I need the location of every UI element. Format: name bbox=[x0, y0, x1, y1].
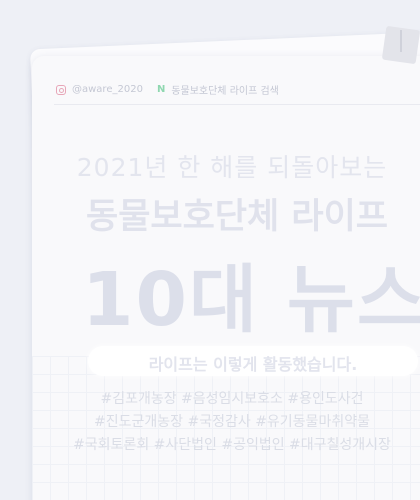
naver-search-text: 동물보호단체 라이프 검색 bbox=[171, 86, 279, 97]
source-header: @aware_2020 N 동물보호단체 라이프 검색 bbox=[56, 82, 279, 97]
poster-title-line1: 동물보호단체 라이프 bbox=[86, 197, 388, 237]
poster-title-line2: 10대 뉴스 bbox=[82, 257, 420, 343]
instagram-icon bbox=[56, 84, 66, 95]
header-divider bbox=[54, 104, 420, 105]
hashtag-list: #김포개농장 #음성임시보호소 #용인도사건 #진도군개농장 #국정감사 #유기… bbox=[32, 388, 420, 457]
hashtag-line: #김포개농장 #음성임시보호소 #용인도사건 bbox=[100, 391, 364, 407]
highlight-pill: 라이프는 이렇게 활동했습니다. bbox=[88, 346, 418, 376]
highlight-text: 라이프는 이렇게 활동했습니다. bbox=[148, 355, 358, 374]
paper-clip-wire bbox=[400, 30, 402, 52]
poster-subtitle: 2021년 한 해를 되돌아보는 bbox=[76, 153, 388, 182]
instagram-handle: @aware_2020 bbox=[72, 84, 143, 95]
poster-card: @aware_2020 N 동물보호단체 라이프 검색 2021년 한 해를 되… bbox=[32, 56, 420, 500]
naver-icon: N bbox=[156, 84, 166, 95]
hashtag-line: #진도군개농장 #국정감사 #유기동물마취약물 bbox=[94, 414, 370, 430]
hashtag-line: #국회토론회 #사단법인 #공익법인 #대구칠성개시장 bbox=[73, 437, 391, 453]
